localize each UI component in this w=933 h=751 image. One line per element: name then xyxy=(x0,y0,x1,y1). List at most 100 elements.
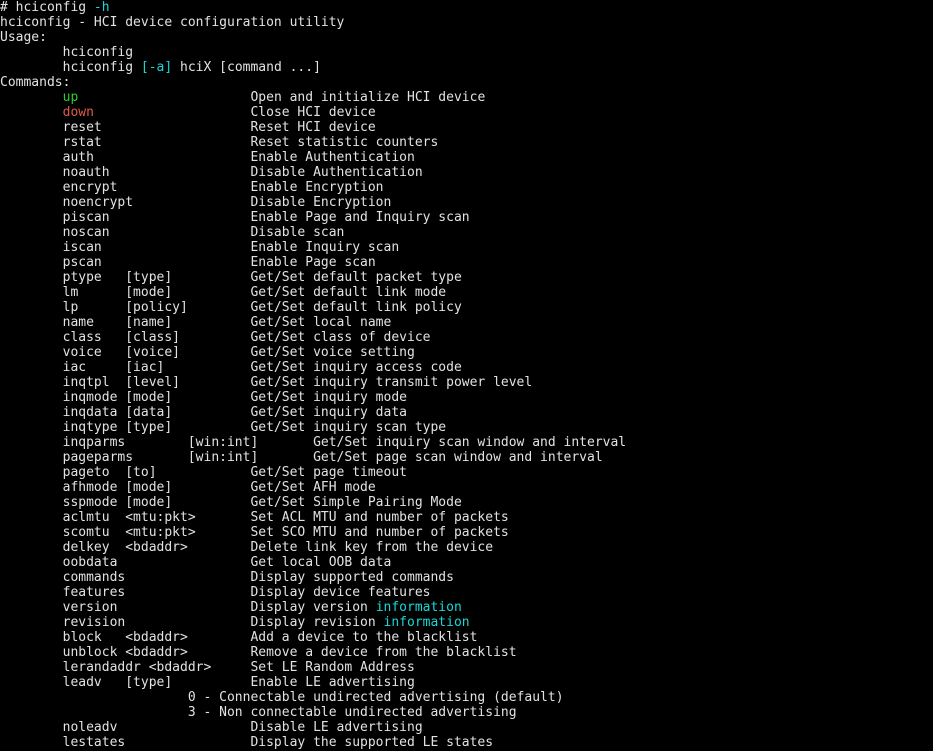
terminal-text-segment: scomtu <mtu:pkt> Set SCO MTU and number … xyxy=(0,525,509,540)
terminal-text-segment: unblock <bdaddr> Remove a device from th… xyxy=(0,645,517,660)
terminal-text-segment: up xyxy=(62,90,79,105)
terminal-text-segment: 3 - Non connectable undirected advertisi… xyxy=(0,705,517,720)
terminal-line: sspmode [mode] Get/Set Simple Pairing Mo… xyxy=(0,495,933,510)
terminal-line: noencrypt Disable Encryption xyxy=(0,195,933,210)
terminal-text-segment: noleadv Disable LE advertising xyxy=(0,720,423,735)
terminal-line: class [class] Get/Set class of device xyxy=(0,330,933,345)
terminal-text-segment: pageparms [win:int] Get/Set page scan wi… xyxy=(0,450,603,465)
terminal-line: 0 - Connectable undirected advertising (… xyxy=(0,690,933,705)
terminal-line: hciconfig [-a] hciX [command ...] xyxy=(0,60,933,75)
terminal-text-segment: noscan Disable scan xyxy=(0,225,345,240)
terminal-text-segment: class [class] Get/Set class of device xyxy=(0,330,431,345)
terminal-text-segment: auth Enable Authentication xyxy=(0,150,415,165)
terminal-text-segment: name [name] Get/Set local name xyxy=(0,315,392,330)
terminal-text-segment: # hciconfig xyxy=(0,0,94,15)
terminal-line: lestates Display the supported LE states xyxy=(0,735,933,750)
terminal-line: scomtu <mtu:pkt> Set SCO MTU and number … xyxy=(0,525,933,540)
terminal-line: rstat Reset statistic counters xyxy=(0,135,933,150)
terminal-text-segment: 0 - Connectable undirected advertising (… xyxy=(0,690,564,705)
terminal-text-segment: lestates Display the supported LE states xyxy=(0,735,494,750)
terminal-text-segment: version Display version xyxy=(0,600,376,615)
terminal-line: inqdata [data] Get/Set inquiry data xyxy=(0,405,933,420)
terminal-text-segment: hciconfig xyxy=(0,60,141,75)
terminal-line: noleadv Disable LE advertising xyxy=(0,720,933,735)
terminal-text-segment: inqtype [type] Get/Set inquiry scan type xyxy=(0,420,447,435)
terminal-line: auth Enable Authentication xyxy=(0,150,933,165)
terminal-text-segment: aclmtu <mtu:pkt> Set ACL MTU and number … xyxy=(0,510,509,525)
terminal-line: version Display version information xyxy=(0,600,933,615)
terminal-line: piscan Enable Page and Inquiry scan xyxy=(0,210,933,225)
terminal-line: commands Display supported commands xyxy=(0,570,933,585)
terminal-text-segment: lp [policy] Get/Set default link policy xyxy=(0,300,462,315)
terminal-line: delkey <bdaddr> Delete link key from the… xyxy=(0,540,933,555)
terminal-line: voice [voice] Get/Set voice setting xyxy=(0,345,933,360)
terminal-line: # hciconfig -h xyxy=(0,0,933,15)
terminal-text-segment: information xyxy=(383,615,470,630)
terminal-line: revision Display revision information xyxy=(0,615,933,630)
terminal-text-segment: inqmode [mode] Get/Set inquiry mode xyxy=(0,390,407,405)
terminal-text-segment: sspmode [mode] Get/Set Simple Pairing Mo… xyxy=(0,495,462,510)
terminal-line: iac [iac] Get/Set inquiry access code xyxy=(0,360,933,375)
terminal-output[interactable]: # hciconfig -h hciconfig - HCI device con… xyxy=(0,0,933,751)
terminal-line: noscan Disable scan xyxy=(0,225,933,240)
terminal-line: hciconfig xyxy=(0,45,933,60)
terminal-line: inqparms [win:int] Get/Set inquiry scan … xyxy=(0,435,933,450)
terminal-text-segment: inqparms [win:int] Get/Set inquiry scan … xyxy=(0,435,627,450)
terminal-text-segment: voice [voice] Get/Set voice setting xyxy=(0,345,415,360)
terminal-line: unblock <bdaddr> Remove a device from th… xyxy=(0,645,933,660)
terminal-text-segment: inqtpl [level] Get/Set inquiry transmit … xyxy=(0,375,533,390)
terminal-text-segment: pscan Enable Page scan xyxy=(0,255,376,270)
terminal-line: encrypt Enable Encryption xyxy=(0,180,933,195)
terminal-line: pageto [to] Get/Set page timeout xyxy=(0,465,933,480)
terminal-line: ptype [type] Get/Set default packet type xyxy=(0,270,933,285)
terminal-line: leadv [type] Enable LE advertising xyxy=(0,675,933,690)
terminal-line: reset Reset HCI device xyxy=(0,120,933,135)
terminal-line: features Display device features xyxy=(0,585,933,600)
terminal-text-segment: pageto [to] Get/Set page timeout xyxy=(0,465,407,480)
terminal-text-segment: encrypt Enable Encryption xyxy=(0,180,384,195)
terminal-text-segment: afhmode [mode] Get/Set AFH mode xyxy=(0,480,376,495)
terminal-text-segment: ptype [type] Get/Set default packet type xyxy=(0,270,462,285)
terminal-line: hciconfig - HCI device configuration uti… xyxy=(0,15,933,30)
terminal-text-segment: Commands: xyxy=(0,75,71,90)
terminal-line: aclmtu <mtu:pkt> Set ACL MTU and number … xyxy=(0,510,933,525)
terminal-line: lerandaddr <bdaddr> Set LE Random Addres… xyxy=(0,660,933,675)
terminal-line: inqtype [type] Get/Set inquiry scan type xyxy=(0,420,933,435)
terminal-text-segment: hciconfig - HCI device configuration uti… xyxy=(0,15,345,30)
terminal-line: 3 - Non connectable undirected advertisi… xyxy=(0,705,933,720)
terminal-line: oobdata Get local OOB data xyxy=(0,555,933,570)
terminal-text-segment: delkey <bdaddr> Delete link key from the… xyxy=(0,540,494,555)
terminal-text-segment: reset Reset HCI device xyxy=(0,120,376,135)
terminal-line: pscan Enable Page scan xyxy=(0,255,933,270)
terminal-text-segment: -h xyxy=(93,0,110,15)
terminal-text-segment: [-a] xyxy=(140,60,173,75)
terminal-line: noauth Disable Authentication xyxy=(0,165,933,180)
terminal-text-segment: noencrypt Disable Encryption xyxy=(0,195,392,210)
terminal-line: lp [policy] Get/Set default link policy xyxy=(0,300,933,315)
terminal-text-segment: iscan Enable Inquiry scan xyxy=(0,240,400,255)
terminal-text-segment: hciconfig xyxy=(0,45,134,60)
terminal-line: pageparms [win:int] Get/Set page scan wi… xyxy=(0,450,933,465)
terminal-text-segment: features Display device features xyxy=(0,585,431,600)
terminal-line: down Close HCI device xyxy=(0,105,933,120)
terminal-text-segment: information xyxy=(375,600,462,615)
terminal-text-segment: inqdata [data] Get/Set inquiry data xyxy=(0,405,407,420)
terminal-text-segment: lm [mode] Get/Set default link mode xyxy=(0,285,447,300)
terminal-text-segment: hciX [command ...] xyxy=(172,60,321,75)
terminal-text-segment: lerandaddr <bdaddr> Set LE Random Addres… xyxy=(0,660,415,675)
terminal-line: block <bdaddr> Add a device to the black… xyxy=(0,630,933,645)
terminal-text-segment: block <bdaddr> Add a device to the black… xyxy=(0,630,478,645)
terminal-line: afhmode [mode] Get/Set AFH mode xyxy=(0,480,933,495)
terminal-line: inqmode [mode] Get/Set inquiry mode xyxy=(0,390,933,405)
terminal-text-segment: Close HCI device xyxy=(93,105,376,120)
terminal-line: up Open and initialize HCI device xyxy=(0,90,933,105)
terminal-line: Usage: xyxy=(0,30,933,45)
terminal-line: iscan Enable Inquiry scan xyxy=(0,240,933,255)
terminal-text-segment: revision Display revision xyxy=(0,615,384,630)
terminal-text-segment: iac [iac] Get/Set inquiry access code xyxy=(0,360,462,375)
terminal-text-segment: piscan Enable Page and Inquiry scan xyxy=(0,210,470,225)
terminal-text-segment: Open and initialize HCI device xyxy=(78,90,486,105)
terminal-text-segment: leadv [type] Enable LE advertising xyxy=(0,675,415,690)
terminal-line: inqtpl [level] Get/Set inquiry transmit … xyxy=(0,375,933,390)
